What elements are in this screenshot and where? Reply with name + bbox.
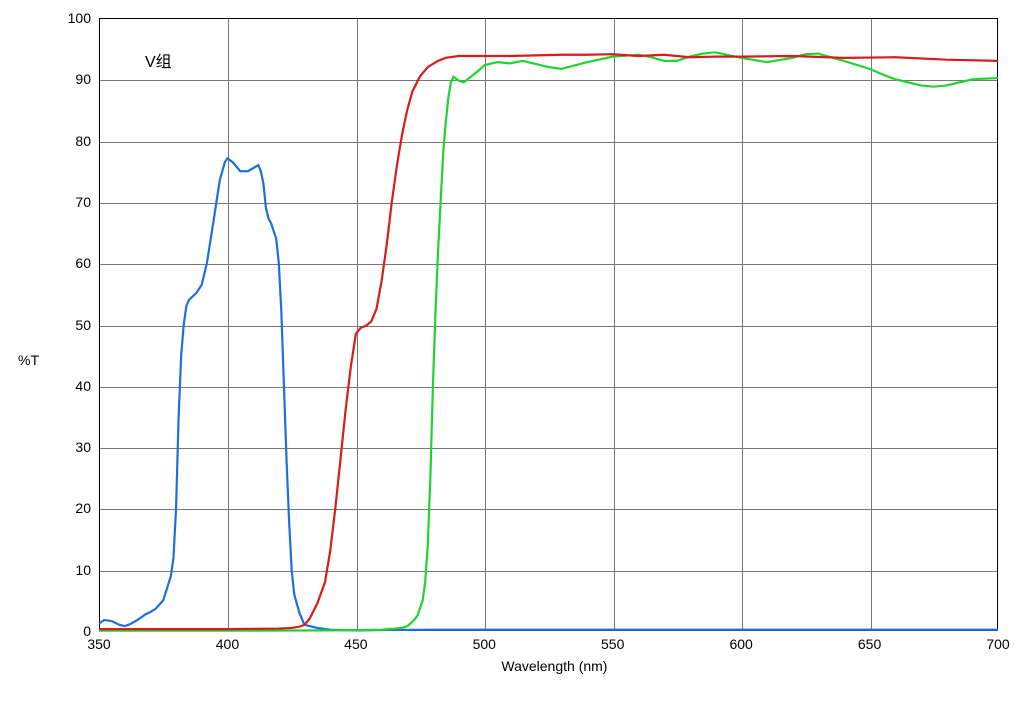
legend-label: V组: [145, 48, 172, 72]
x-tick-label: 650: [858, 636, 881, 652]
y-tick-label: 100: [51, 10, 91, 26]
x-tick-label: 600: [729, 636, 752, 652]
x-tick-label: 700: [986, 636, 1009, 652]
x-tick-label: 400: [216, 636, 239, 652]
y-tick-label: 40: [51, 378, 91, 394]
x-axis-label: Wavelength (nm): [501, 658, 607, 674]
series-lines: [99, 18, 998, 631]
transmittance-chart: 350400450500550600650700 010203040506070…: [0, 0, 1024, 703]
x-tick-label: 500: [473, 636, 496, 652]
x-tick-label: 450: [344, 636, 367, 652]
y-tick-label: 70: [51, 194, 91, 210]
y-axis-label: %T: [18, 352, 39, 368]
y-tick-label: 50: [51, 317, 91, 333]
series-green: [99, 52, 998, 630]
y-tick-label: 60: [51, 255, 91, 271]
y-tick-label: 0: [51, 623, 91, 639]
y-tick-label: 20: [51, 500, 91, 516]
y-tick-label: 80: [51, 133, 91, 149]
y-tick-label: 90: [51, 71, 91, 87]
y-tick-label: 10: [51, 562, 91, 578]
x-tick-label: 550: [601, 636, 624, 652]
y-tick-label: 30: [51, 439, 91, 455]
series-red: [99, 54, 998, 629]
series-blue: [99, 158, 998, 630]
